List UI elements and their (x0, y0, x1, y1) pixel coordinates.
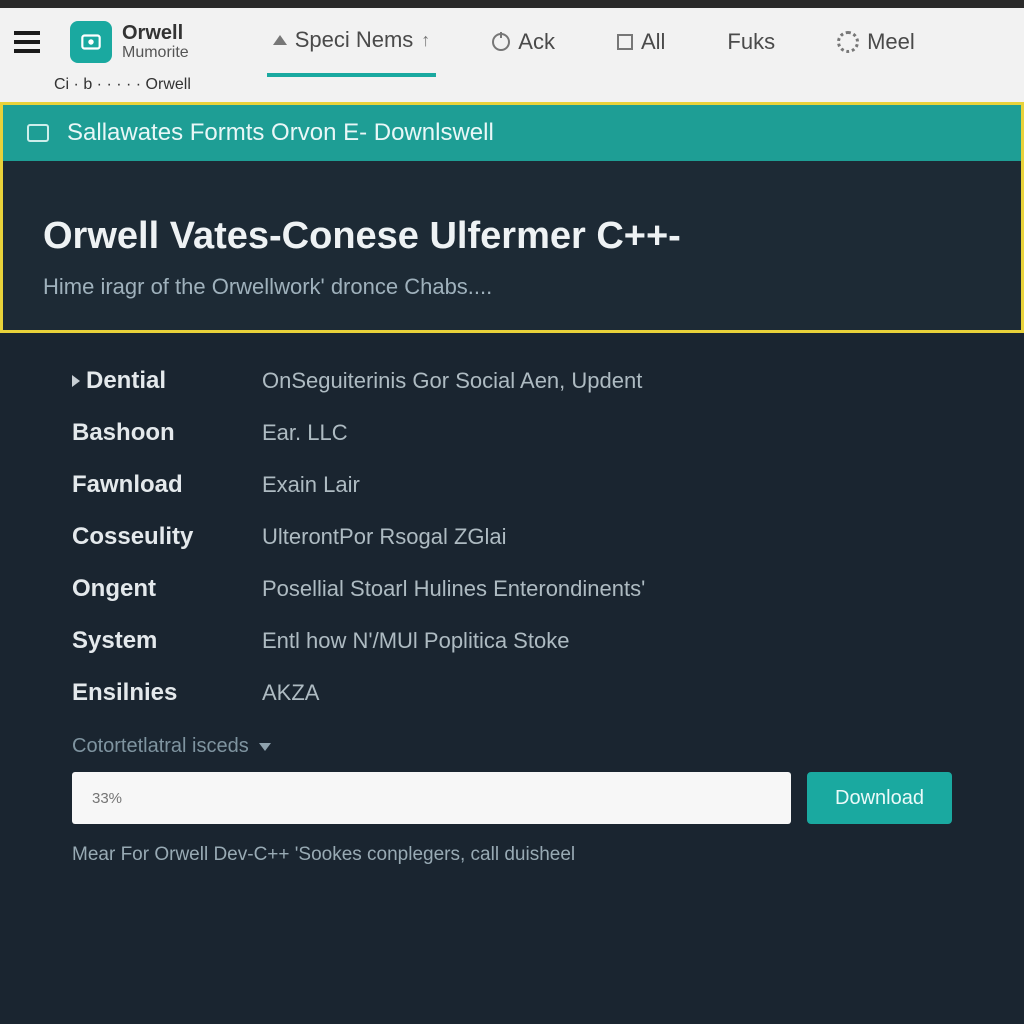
nav-item-fuks[interactable]: Fuks (721, 9, 781, 75)
secondary-bar: Ci · b · · · · · Orwell (0, 76, 1024, 102)
secondary-bar-text: Ci · b · · · · · Orwell (54, 76, 191, 94)
detail-row: Bashoon Ear. LLC (72, 419, 964, 447)
sort-dropdown[interactable]: Cotortetlatral isceds (72, 735, 1024, 758)
detail-value: Ear. LLC (262, 420, 348, 446)
percent-input[interactable] (72, 772, 791, 824)
detail-row: Cosseulity UlterontPor Rsogal ZGlai (72, 523, 964, 551)
square-icon (617, 34, 633, 50)
detail-key[interactable]: Dential (72, 367, 262, 395)
clock-icon (492, 33, 510, 51)
action-row: Download (0, 772, 1024, 824)
detail-row: Fawnload Exain Lair (72, 471, 964, 499)
nav-item-all[interactable]: All (611, 9, 671, 75)
banner-title: Sallawates Formts Orvon E- Downlswell (67, 119, 494, 147)
detail-value: Entl how N'/MUl Poplitica Stoke (262, 628, 569, 654)
caret-right-icon (72, 375, 80, 387)
sort-up-icon (273, 35, 287, 45)
detail-key: Cosseulity (72, 523, 262, 551)
nav-label: All (641, 29, 665, 55)
main-nav: Speci Nems ↑ Ack All Fuks Meel (267, 7, 1014, 77)
arrow-up-icon: ↑ (421, 30, 430, 51)
sort-dropdown-label: Cotortetlatral isceds (72, 735, 249, 758)
nav-label: Ack (518, 29, 555, 55)
detail-key: Ensilnies (72, 679, 262, 707)
section-banner: Sallawates Formts Orvon E- Downlswell (0, 102, 1024, 161)
detail-row: Ensilnies AKZA (72, 679, 964, 707)
hero-section: Orwell Vates-Conese Ulfermer C++- Hime i… (0, 161, 1024, 333)
brand-logo[interactable]: Orwell Mumorite (70, 21, 189, 63)
hamburger-menu-icon[interactable] (10, 25, 44, 59)
brand-icon (70, 21, 112, 63)
brand-line1: Orwell (122, 22, 189, 44)
gear-icon (837, 31, 859, 53)
brand-line2: Mumorite (122, 44, 189, 62)
detail-value: OnSeguiterinis Gor Social Aen, Updent (262, 368, 642, 394)
nav-item-meel[interactable]: Meel (831, 9, 921, 75)
page-title: Orwell Vates-Conese Ulfermer C++- (43, 215, 981, 258)
nav-item-ack[interactable]: Ack (486, 9, 561, 75)
nav-item-speci-nems[interactable]: Speci Nems ↑ (267, 7, 437, 77)
detail-value: AKZA (262, 680, 319, 706)
detail-key: Ongent (72, 575, 262, 603)
detail-row: Dential OnSeguiterinis Gor Social Aen, U… (72, 367, 964, 395)
detail-key: Fawnload (72, 471, 262, 499)
detail-row: Ongent Posellial Stoarl Hulines Enterond… (72, 575, 964, 603)
window-icon (27, 124, 49, 142)
nav-label: Fuks (727, 29, 775, 55)
detail-value: Posellial Stoarl Hulines Enterondinents' (262, 576, 645, 602)
details-list: Dential OnSeguiterinis Gor Social Aen, U… (0, 333, 1024, 707)
nav-label: Meel (867, 29, 915, 55)
detail-value: UlterontPor Rsogal ZGlai (262, 524, 507, 550)
page-subtitle: Hime iragr of the Orwellwork' dronce Cha… (43, 274, 981, 300)
detail-value: Exain Lair (262, 472, 360, 498)
footnote-text: Mear For Orwell Dev-C++ 'Sookes conplege… (72, 844, 952, 866)
top-toolbar: Orwell Mumorite Speci Nems ↑ Ack All Fuk… (0, 0, 1024, 76)
detail-key: System (72, 627, 262, 655)
detail-row: System Entl how N'/MUl Poplitica Stoke (72, 627, 964, 655)
download-button[interactable]: Download (807, 772, 952, 824)
detail-key: Bashoon (72, 419, 262, 447)
chevron-down-icon (259, 743, 271, 751)
nav-label: Speci Nems (295, 27, 414, 53)
